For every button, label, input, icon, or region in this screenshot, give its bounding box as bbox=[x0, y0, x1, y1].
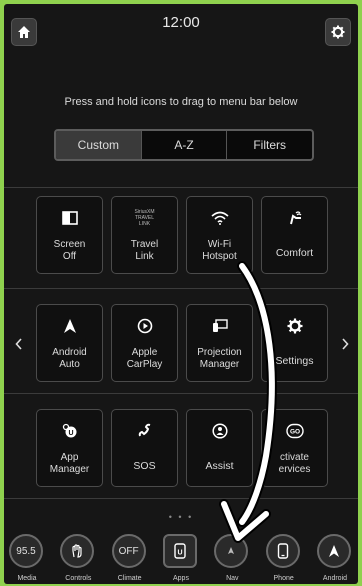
screen-off-icon bbox=[61, 211, 78, 225]
gear-icon bbox=[287, 318, 302, 334]
app-settings[interactable]: Settings bbox=[261, 304, 328, 382]
android-auto-icon bbox=[63, 319, 76, 333]
tab-a-z[interactable]: A-Z bbox=[142, 131, 228, 159]
app-label: App Manager bbox=[49, 452, 90, 475]
assist-icon bbox=[211, 423, 228, 439]
svg-text:U: U bbox=[68, 430, 73, 437]
android-auto-icon bbox=[316, 534, 351, 568]
app-label: Settings bbox=[275, 355, 314, 367]
page-right-button[interactable] bbox=[338, 334, 352, 354]
radio-icon: 95.5 bbox=[9, 534, 43, 568]
svg-text:GO: GO bbox=[289, 429, 299, 436]
app-app-manager[interactable]: U App Manager bbox=[36, 409, 103, 487]
app-label: Comfort bbox=[275, 247, 314, 259]
dock-label: Climate bbox=[117, 575, 142, 582]
dock-label: Phone bbox=[273, 575, 294, 582]
app-label: ctivate ervices bbox=[278, 452, 311, 475]
app-assist[interactable]: Assist bbox=[186, 409, 253, 487]
app-sos[interactable]: SOS bbox=[111, 409, 178, 487]
app-manager-icon: U bbox=[62, 423, 76, 438]
gear-icon bbox=[331, 25, 345, 39]
apps-icon: U bbox=[162, 534, 197, 568]
dock-android[interactable]: Android bbox=[314, 526, 356, 584]
settings-button[interactable] bbox=[325, 18, 351, 46]
climate-status: OFF bbox=[118, 545, 139, 557]
app-wifi-hotspot[interactable]: Wi-Fi Hotspot bbox=[186, 196, 253, 274]
dock-label: Nav bbox=[226, 575, 239, 582]
sort-tabs: Custom A-Z Filters bbox=[54, 129, 314, 161]
top-bar: 12:00 bbox=[4, 4, 358, 50]
dock-apps[interactable]: U Apps bbox=[160, 526, 202, 584]
app-label: SOS bbox=[133, 460, 156, 472]
projection-icon bbox=[212, 319, 228, 332]
tab-filters[interactable]: Filters bbox=[227, 131, 312, 159]
clock: 12:00 bbox=[162, 14, 200, 31]
app-label: Apple CarPlay bbox=[126, 347, 163, 370]
dock-media[interactable]: 95.5 Media bbox=[6, 526, 48, 584]
go-icon: GO bbox=[285, 423, 304, 439]
app-activate-services[interactable]: GO ctivate ervices bbox=[261, 409, 328, 487]
dock-label: Android bbox=[322, 575, 348, 582]
chevron-right-icon bbox=[342, 338, 349, 350]
app-label: Assist bbox=[205, 460, 234, 472]
dock-phone[interactable]: Phone bbox=[263, 526, 305, 584]
app-travel-link[interactable]: SiriusXM TRAVEL LINK Travel Link bbox=[111, 196, 178, 274]
dock-nav[interactable]: Nav bbox=[211, 526, 253, 584]
dock-label: Apps bbox=[173, 575, 189, 582]
app-projection-manager[interactable]: Projection Manager bbox=[186, 304, 253, 382]
dock-climate[interactable]: OFF Climate bbox=[109, 526, 151, 584]
svg-text:U: U bbox=[177, 550, 182, 557]
page-indicator: • • • bbox=[168, 512, 194, 522]
menu-bar: 95.5 Media Controls OFF Climate U Apps N… bbox=[4, 526, 358, 584]
phone-icon bbox=[265, 534, 300, 568]
app-screen-off[interactable]: Screen Off bbox=[36, 196, 103, 274]
wifi-icon bbox=[210, 211, 229, 225]
app-label: Screen Off bbox=[53, 239, 86, 262]
tab-custom[interactable]: Custom bbox=[56, 131, 142, 159]
sos-icon bbox=[138, 423, 150, 437]
page-left-button[interactable] bbox=[12, 334, 26, 354]
seat-comfort-icon bbox=[289, 211, 301, 225]
radio-frequency: 95.5 bbox=[16, 545, 36, 557]
infotainment-screen: 12:00 Press and hold icons to drag to me… bbox=[4, 4, 358, 584]
app-android-auto[interactable]: Android Auto bbox=[36, 304, 103, 382]
app-label: Android Auto bbox=[52, 347, 87, 370]
divider bbox=[4, 498, 358, 499]
app-grid: Screen Off SiriusXM TRAVEL LINK Travel L… bbox=[36, 196, 328, 487]
dock-label: Media bbox=[17, 575, 37, 582]
app-label: Travel Link bbox=[130, 239, 159, 262]
climate-icon: OFF bbox=[111, 534, 146, 568]
app-apple-carplay[interactable]: Apple CarPlay bbox=[111, 304, 178, 382]
hand-icon bbox=[60, 534, 95, 568]
divider bbox=[4, 187, 358, 188]
app-comfort[interactable]: Comfort bbox=[261, 196, 328, 274]
dock-controls[interactable]: Controls bbox=[57, 526, 99, 584]
app-label: Projection Manager bbox=[197, 347, 242, 370]
nav-icon bbox=[214, 534, 249, 568]
carplay-icon bbox=[137, 318, 152, 334]
app-label: Wi-Fi Hotspot bbox=[202, 239, 237, 262]
chevron-left-icon bbox=[15, 338, 22, 350]
instruction-text: Press and hold icons to drag to menu bar… bbox=[64, 96, 298, 108]
siriusxm-travel-link-icon: SiriusXM TRAVEL LINK bbox=[134, 209, 155, 227]
dock-label: Controls bbox=[65, 575, 92, 582]
